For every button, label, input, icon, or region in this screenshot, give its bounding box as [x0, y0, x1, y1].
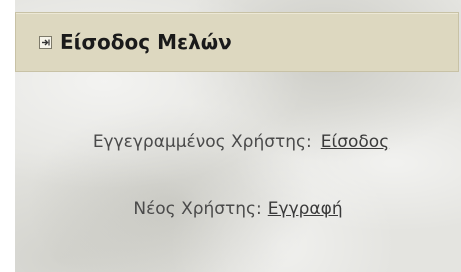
panel-title: Είσοδος Μελών	[60, 30, 232, 54]
new-user-row: Νέος Χρήστης: Εγγραφή	[15, 198, 461, 220]
registered-user-row: Εγγεγραμμένος Χρήστης: Είσοδος	[15, 131, 461, 153]
login-link[interactable]: Είσοδος	[321, 132, 389, 152]
registered-user-label: Εγγεγραμμένος Χρήστης:	[92, 132, 312, 152]
register-link[interactable]: Εγγραφή	[268, 199, 343, 219]
new-user-label: Νέος Χρήστης:	[133, 199, 262, 219]
members-login-panel: Είσοδος Μελών Εγγεγραμμένος Χρήστης: Είσο…	[15, 0, 461, 272]
panel-header: Είσοδος Μελών	[15, 12, 459, 72]
login-arrow-icon	[39, 36, 52, 49]
